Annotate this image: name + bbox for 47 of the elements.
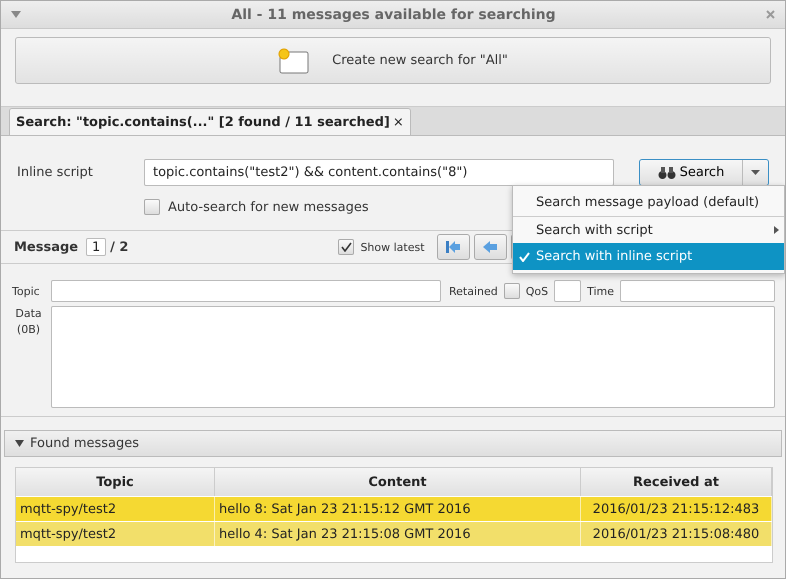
close-icon[interactable] (766, 10, 775, 19)
show-latest-checkbox[interactable] (338, 239, 354, 255)
column-header[interactable]: Content (215, 468, 581, 496)
field-label: Data (0B) (14, 306, 43, 338)
checkmark-icon (340, 242, 352, 252)
found-messages-header[interactable]: Found messages (4, 430, 782, 457)
time-field[interactable] (620, 280, 775, 302)
collapse-icon[interactable] (11, 11, 21, 18)
checkbox-label: Auto-search for new messages (168, 200, 369, 214)
menu-item[interactable]: Search with inline script (513, 243, 784, 270)
first-arrow-icon (445, 240, 462, 254)
left-arrow-icon (482, 240, 498, 254)
section-title: Found messages (30, 436, 140, 451)
column-header[interactable]: Topic (16, 468, 215, 496)
tab-close-icon[interactable]: × (392, 114, 404, 130)
search-split-button[interactable]: Search (639, 159, 769, 186)
table-cell: mqtt-spy/test2 (16, 522, 215, 546)
retained-checkbox[interactable] (504, 283, 520, 299)
column-header[interactable]: Received at (581, 468, 772, 496)
window-title: All - 11 messages available for searching (231, 6, 556, 22)
field-label: Retained (449, 284, 498, 298)
menu-item[interactable]: Search message payload (default) (513, 189, 784, 216)
checkmark-icon (519, 252, 530, 262)
message-total: / 2 (110, 240, 128, 254)
previous-message-button[interactable] (474, 234, 507, 260)
inline-script-field[interactable]: topic.contains("test2") && content.contains("8") (144, 159, 614, 186)
field-label: QoS (526, 284, 548, 298)
tab-label: Search: "topic.contains(..." [2 found / 11 searched] (16, 114, 390, 130)
first-message-button[interactable] (436, 234, 470, 260)
field-label: Time (587, 284, 614, 298)
caret-icon (751, 170, 760, 175)
checkbox-label: Show latest (360, 240, 425, 254)
auto-search-checkbox[interactable] (144, 199, 160, 215)
data-field[interactable] (51, 306, 775, 408)
message-row[interactable]: mqtt-spy/test2 hello 4: Sat Jan 23 21:15:08 GMT 2016 2016/01/23 21:15:08:480 (16, 522, 772, 546)
field-label: Inline script (17, 165, 94, 180)
create-search-button[interactable]: Create new search for "All" (15, 37, 771, 84)
binoculars-icon (658, 166, 676, 180)
topic-field[interactable] (51, 280, 441, 302)
new-document-icon (278, 48, 310, 74)
message-index-field[interactable]: 1 (86, 238, 106, 256)
table-cell: mqtt-spy/test2 (16, 497, 215, 521)
qos-field[interactable] (554, 280, 582, 302)
message-row[interactable]: mqtt-spy/test2 hello 8: Sat Jan 23 21:15:12 GMT 2016 2016/01/23 21:15:12:483 (16, 497, 772, 521)
field-label: Topic (12, 284, 41, 298)
message-label: Message (14, 240, 78, 254)
search-tab[interactable]: Search: "topic.contains(..." [2 found / 11 searched] × (9, 108, 411, 135)
